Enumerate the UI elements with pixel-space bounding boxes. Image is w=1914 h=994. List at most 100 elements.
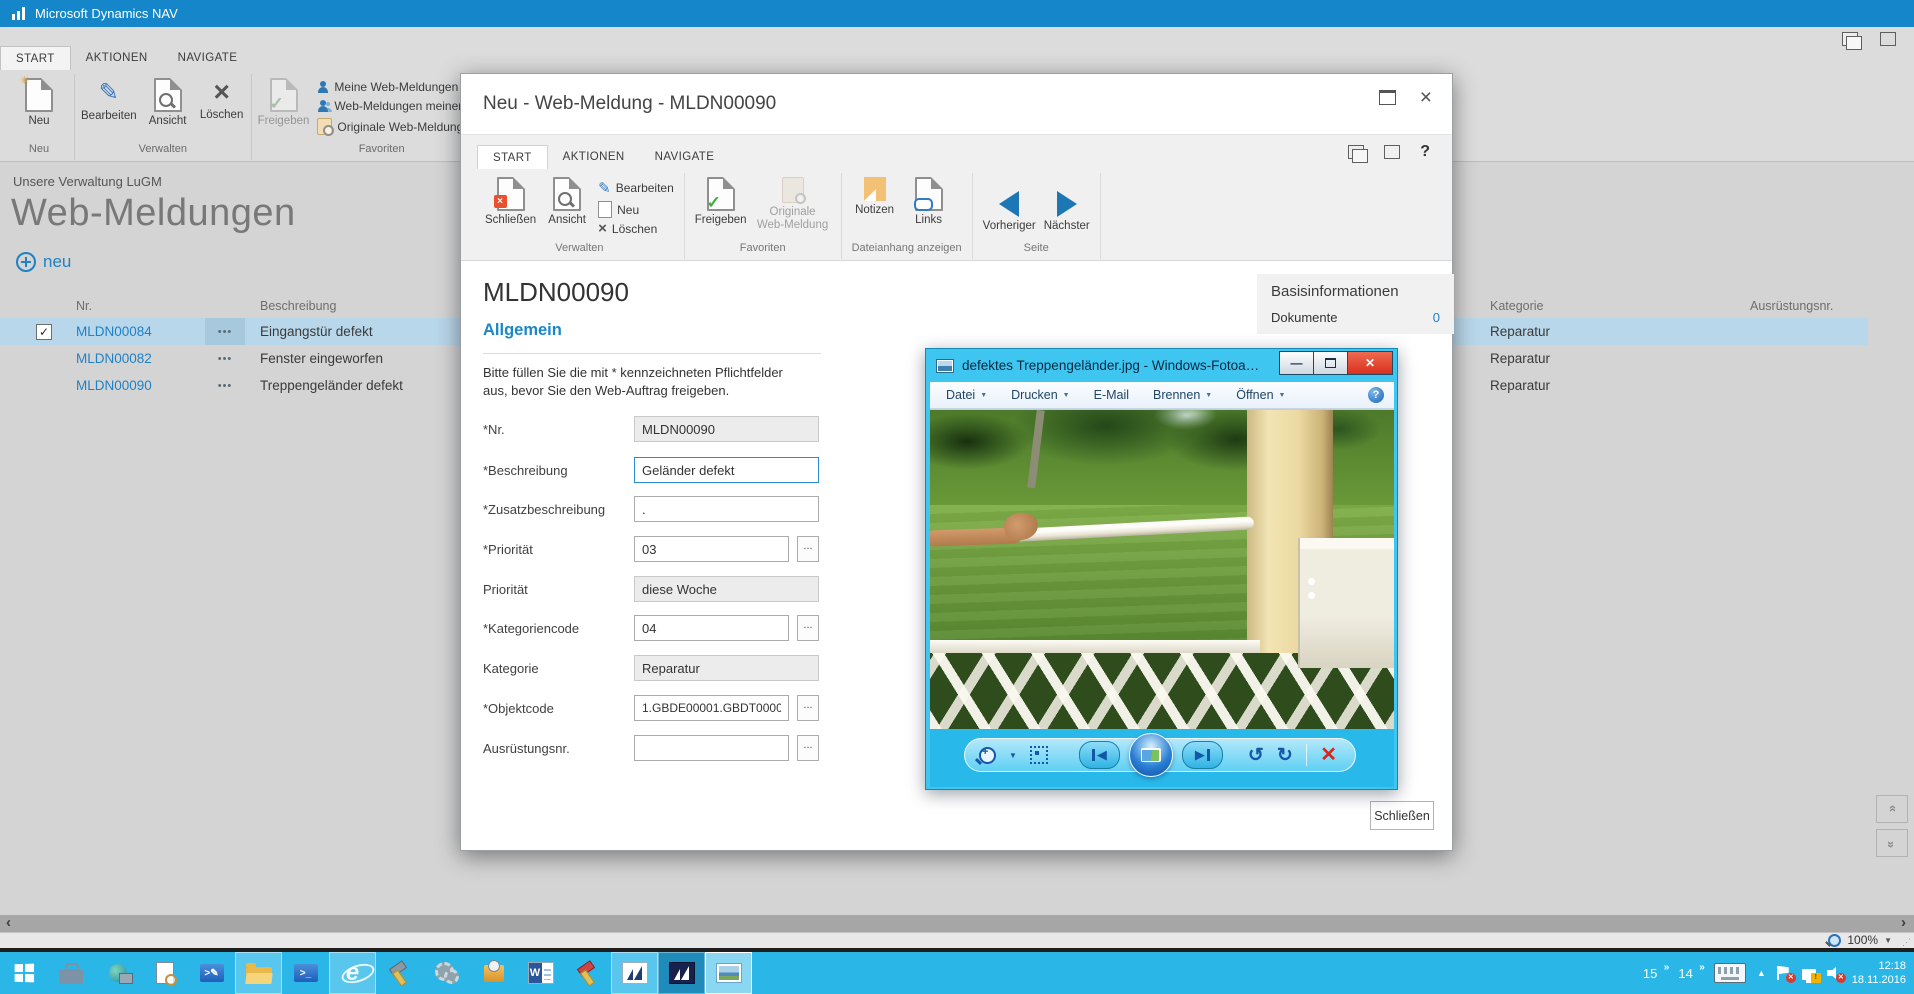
menu-brennen[interactable]: Brennen ▼ — [1153, 388, 1212, 402]
fit-window-icon[interactable] — [1880, 32, 1896, 46]
previous-image-button[interactable]: ◀ — [1078, 741, 1120, 769]
delete-icon[interactable]: ✕ — [1320, 745, 1337, 765]
close-icon[interactable]: ✕ — [1347, 351, 1393, 375]
rotate-right-icon[interactable]: ↻ — [1277, 746, 1293, 765]
fit-window-icon[interactable] — [1384, 145, 1401, 159]
menu-oeffnen[interactable]: Öffnen ▼ — [1236, 388, 1285, 402]
ansicht-button[interactable]: Ansicht — [145, 76, 191, 127]
freigeben-button[interactable]: ✓ Freigeben — [258, 76, 309, 127]
row-nr-link[interactable]: MLDN00084 — [76, 324, 152, 339]
chevron-down-icon[interactable]: ▼ — [1009, 751, 1017, 760]
close-icon[interactable]: × — [1420, 87, 1432, 108]
lookup-button[interactable]: ... — [797, 735, 819, 761]
maximize-icon[interactable] — [1378, 90, 1396, 105]
schliessen-dialog-button[interactable]: Schließen — [1370, 801, 1434, 830]
loeschen-item[interactable]: × Löschen — [598, 221, 674, 236]
menu-email[interactable]: E-Mail — [1094, 388, 1129, 402]
menu-datei[interactable]: Datei ▼ — [946, 388, 987, 402]
column-ausruestungsnr[interactable]: Ausrüstungsnr. — [1750, 299, 1833, 313]
dialog-tab-aktionen[interactable]: AKTIONEN — [548, 145, 640, 169]
taskbar-server-manager[interactable] — [47, 952, 94, 994]
originale-web-meldung-button[interactable]: Originale Web-Meldung — [755, 175, 831, 232]
tab-navigate[interactable]: NAVIGATE — [163, 46, 253, 70]
touch-keyboard-icon[interactable] — [1713, 963, 1746, 983]
rotate-left-icon[interactable]: ↺ — [1248, 746, 1264, 765]
prioritaet-field[interactable] — [634, 536, 789, 562]
taskbar-scheduler[interactable] — [470, 952, 517, 994]
row-options-icon[interactable]: ••• — [205, 353, 245, 365]
taskbar-services[interactable] — [423, 952, 470, 994]
row-options-icon[interactable]: ••• — [205, 318, 245, 345]
scroll-right-icon[interactable]: › — [1901, 914, 1906, 931]
zoom-icon[interactable] — [979, 746, 996, 764]
objektcode-field[interactable] — [634, 695, 789, 721]
bearbeiten-button[interactable]: ✎ Bearbeiten — [81, 76, 137, 122]
dialog-tab-start[interactable]: START — [477, 145, 548, 169]
find-pages-icon[interactable] — [1842, 32, 1862, 50]
lookup-button[interactable]: ... — [797, 615, 819, 641]
scroll-left-icon[interactable]: ‹ — [6, 914, 11, 931]
taskbar-config-tool[interactable] — [376, 952, 423, 994]
taskbar-event-viewer[interactable] — [141, 952, 188, 994]
maximize-icon[interactable] — [1313, 351, 1348, 375]
minimize-icon[interactable]: — — [1279, 351, 1314, 375]
zusatzbeschreibung-field[interactable] — [634, 496, 819, 522]
action-center-flag-icon[interactable]: ✕ — [1776, 966, 1796, 983]
row-checkbox[interactable]: ✓ — [36, 324, 52, 340]
schliessen-button[interactable]: × Schließen — [485, 175, 536, 226]
row-nr-link[interactable]: MLDN00090 — [76, 378, 152, 393]
kategoriencode-field[interactable] — [634, 615, 789, 641]
help-icon[interactable]: ? — [1420, 143, 1430, 161]
taskbar-nav-dev[interactable] — [564, 952, 611, 994]
neu-item[interactable]: Neu — [598, 201, 674, 218]
neu-button[interactable]: ✳ Neu — [10, 75, 68, 127]
taskbar-internet-explorer[interactable]: e — [329, 952, 376, 994]
ausruestungsnr-field[interactable] — [634, 735, 789, 761]
taskbar-word[interactable]: W — [517, 952, 564, 994]
tray-badge-14[interactable]: 14» — [1678, 962, 1704, 981]
taskbar-dynamics-nav[interactable] — [611, 952, 658, 994]
network-icon[interactable]: ! — [1801, 968, 1821, 983]
beschreibung-field[interactable] — [634, 457, 819, 483]
play-slideshow-button[interactable] — [1128, 733, 1173, 777]
column-kategorie[interactable]: Kategorie — [1490, 299, 1544, 313]
show-hidden-icons-icon[interactable]: ▲ — [1757, 968, 1766, 978]
row-nr-link[interactable]: MLDN00082 — [76, 351, 152, 366]
scroll-top-button[interactable]: » — [1876, 795, 1908, 823]
notizen-button[interactable]: Notizen — [852, 175, 898, 216]
help-icon[interactable]: ? — [1368, 387, 1384, 403]
zoom-control[interactable]: 100% ▼ — [1828, 933, 1892, 947]
ansicht-button[interactable]: Ansicht — [544, 175, 590, 226]
taskbar-photo-viewer[interactable] — [705, 952, 752, 994]
vorheriger-button[interactable]: Vorheriger — [983, 189, 1036, 232]
tab-start[interactable]: START — [0, 46, 71, 70]
column-beschreibung[interactable]: Beschreibung — [260, 299, 336, 313]
links-button[interactable]: Links — [906, 175, 952, 226]
naechster-button[interactable]: Nächster — [1044, 189, 1090, 232]
start-button[interactable] — [0, 952, 47, 994]
new-record-link[interactable]: neu — [16, 252, 71, 272]
speaker-muted-icon[interactable]: ✕ — [1826, 966, 1846, 983]
lookup-button[interactable]: ... — [797, 695, 819, 721]
taskbar-iis-manager[interactable] — [94, 952, 141, 994]
actual-size-icon[interactable] — [1029, 746, 1048, 764]
menu-drucken[interactable]: Drucken ▼ — [1011, 388, 1069, 402]
column-nr[interactable]: Nr. — [76, 299, 92, 313]
loeschen-button[interactable]: × Löschen — [199, 76, 245, 122]
tab-aktionen[interactable]: AKTIONEN — [71, 46, 163, 70]
dialog-tab-navigate[interactable]: NAVIGATE — [640, 145, 730, 169]
find-pages-icon[interactable] — [1348, 145, 1369, 163]
section-allgemein[interactable]: Allgemein — [483, 321, 562, 340]
taskbar-powershell-ise[interactable]: >✎ — [188, 952, 235, 994]
scroll-bottom-button[interactable]: » — [1876, 829, 1908, 857]
taskbar-dynamics-nav-client[interactable] — [658, 952, 705, 994]
taskbar-file-explorer[interactable] — [235, 952, 282, 994]
lookup-button[interactable]: ... — [797, 536, 819, 562]
bearbeiten-item[interactable]: ✎ Bearbeiten — [598, 179, 674, 197]
next-image-button[interactable]: ▶ — [1181, 741, 1223, 769]
dokumente-count[interactable]: 0 — [1433, 310, 1440, 325]
clock[interactable]: 12:18 18.11.2016 — [1852, 959, 1906, 988]
tray-badge-15[interactable]: 15» — [1643, 962, 1669, 981]
horizontal-scrollbar[interactable]: ‹ › — [0, 914, 1914, 932]
taskbar-powershell[interactable]: >_ — [282, 952, 329, 994]
